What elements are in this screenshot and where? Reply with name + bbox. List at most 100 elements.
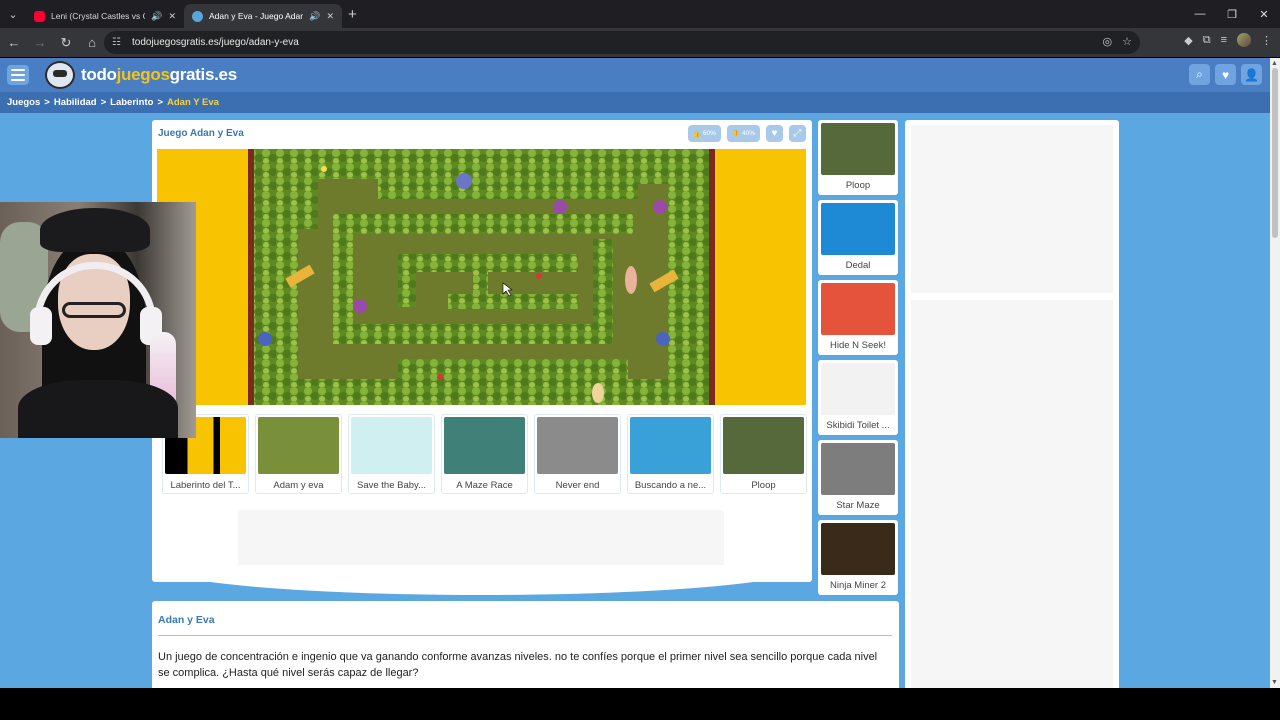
speaker-icon[interactable]: 🔊	[151, 11, 162, 22]
game-thumbnail	[821, 443, 895, 495]
restore-icon[interactable]: ❐	[1216, 0, 1248, 28]
site-logo[interactable]: todojuegosgratis.es	[45, 61, 237, 89]
media-control-icon[interactable]: ≡	[1221, 34, 1227, 46]
game-card: Juego Adan y Eva 👍 60% 👎 40% ♥ ⤢ Laberin…	[152, 120, 812, 582]
game-label: Hide N Seek!	[830, 340, 886, 351]
game-thumbnail	[723, 417, 804, 474]
user-account-icon[interactable]: 👤	[1241, 64, 1262, 85]
ad-placeholder	[238, 510, 724, 570]
game-label: Adam y eva	[273, 480, 324, 491]
sidebar-game-card[interactable]: Skibidi Toilet ...	[818, 360, 898, 435]
like-button[interactable]: 👍 60%	[687, 125, 721, 142]
game-thumbnail	[821, 363, 895, 415]
logo-mascot-icon	[45, 61, 75, 89]
back-icon[interactable]: ←	[2, 31, 26, 55]
home-icon[interactable]: ⌂	[80, 31, 104, 55]
logo-text: todojuegosgratis.es	[81, 65, 237, 84]
related-game-card[interactable]: Ploop	[720, 414, 807, 494]
game-label: Star Maze	[836, 500, 880, 511]
close-tab-icon[interactable]: ✕	[168, 11, 176, 22]
sidebar-game-card[interactable]: Dedal	[818, 200, 898, 275]
close-window-icon[interactable]: ✕	[1248, 0, 1280, 28]
sidebar-game-card[interactable]: Ninja Miner 2	[818, 520, 898, 595]
scrollbar-thumb[interactable]	[1272, 68, 1278, 238]
game-label: Never end	[555, 480, 600, 491]
search-icon[interactable]: ⌕	[1189, 64, 1210, 85]
scroll-down-icon[interactable]: ▼	[1271, 679, 1278, 686]
game-thumbnail	[821, 203, 895, 255]
dislike-button[interactable]: 👎 40%	[726, 125, 760, 142]
reload-icon[interactable]: ↻	[54, 31, 78, 55]
window-controls: — ❐ ✕	[1184, 0, 1280, 28]
breadcrumb-link[interactable]: Laberinto	[110, 97, 153, 108]
breadcrumb-separator: >	[44, 97, 50, 108]
extension-diamond-icon[interactable]: ◆	[1184, 34, 1192, 47]
game-label: Ploop	[751, 480, 776, 491]
related-game-card[interactable]: Buscando a ne...	[627, 414, 714, 494]
tab-search-icon[interactable]: ⌄	[0, 0, 26, 28]
site-favicon-icon	[192, 10, 203, 22]
scroll-up-icon[interactable]: ▲	[1271, 60, 1278, 67]
related-games-row: Laberinto del T... Adam y eva Save the B…	[162, 414, 807, 494]
favorites-heart-icon[interactable]: ♥	[1215, 64, 1236, 85]
url-field[interactable]: ☷ todojuegosgratis.es/juego/adan-y-eva ◎…	[104, 31, 1140, 54]
eye-off-icon[interactable]: ◎	[1103, 35, 1113, 48]
browser-tab-bar: ⌄ Leni (Crystal Castles vs Goo 🔊 ✕ Adan …	[0, 0, 1280, 28]
description-text: Un juego de concentración e ingenio que …	[158, 651, 878, 679]
sidebar-games: Ploop Dedal Hide N Seek! Skibidi Toilet …	[818, 120, 898, 595]
related-game-card[interactable]: Adam y eva	[255, 414, 342, 494]
game-title: Juego Adan y Eva	[158, 128, 244, 139]
ad-placeholder	[911, 300, 1113, 688]
game-thumbnail	[821, 523, 895, 575]
breadcrumb-current: Adan Y Eva	[167, 97, 219, 108]
new-tab-icon[interactable]: +	[348, 6, 357, 23]
game-label: Skibidi Toilet ...	[826, 420, 890, 431]
thumbs-up-icon: 👍	[692, 130, 701, 138]
bookmark-star-icon[interactable]: ☆	[1122, 35, 1132, 48]
forward-icon[interactable]: →	[28, 31, 52, 55]
ad-placeholder	[911, 125, 1113, 293]
breadcrumb-link[interactable]: Juegos	[7, 97, 40, 108]
close-tab-icon[interactable]: ✕	[326, 11, 334, 22]
game-thumbnail	[630, 417, 711, 474]
speaker-icon[interactable]: 🔊	[309, 11, 320, 22]
browser-tab-2[interactable]: Adan y Eva - Juego Adan y 🔊 ✕	[184, 4, 342, 28]
profile-avatar[interactable]	[1237, 33, 1251, 47]
description-card: Adan y Eva Un juego de concentración e i…	[152, 601, 899, 688]
divider	[158, 635, 892, 636]
browser-tab-1[interactable]: Leni (Crystal Castles vs Goo 🔊 ✕	[26, 4, 184, 28]
right-ad-column	[905, 120, 1119, 688]
game-label: Laberinto del T...	[170, 480, 241, 491]
breadcrumb-link[interactable]: Habilidad	[54, 97, 97, 108]
game-thumbnail	[351, 417, 432, 474]
favorite-heart-icon[interactable]: ♥	[766, 125, 783, 142]
youtube-icon	[34, 10, 45, 22]
site-header: todojuegosgratis.es ⌕ ♥ 👤	[0, 58, 1270, 92]
game-thumbnail	[821, 283, 895, 335]
description-title: Adan y Eva	[158, 614, 215, 626]
game-label: Ploop	[845, 180, 871, 191]
game-canvas[interactable]	[157, 149, 806, 405]
sidebar-game-card[interactable]: Hide N Seek!	[818, 280, 898, 355]
breadcrumb-separator: >	[100, 97, 107, 108]
fullscreen-icon[interactable]: ⤢	[789, 125, 806, 142]
game-label: Buscando a ne...	[634, 480, 707, 491]
game-label: Ninja Miner 2	[830, 580, 886, 591]
browser-menu-icon[interactable]: ⋮	[1261, 34, 1272, 47]
card-wave-decoration	[152, 565, 812, 595]
game-thumbnail	[821, 123, 895, 175]
related-game-card[interactable]: Never end	[534, 414, 621, 494]
minimize-icon[interactable]: —	[1184, 0, 1216, 28]
sidebar-game-card[interactable]: Ploop	[818, 120, 898, 195]
related-game-card[interactable]: Save the Baby...	[348, 414, 435, 494]
site-info-icon[interactable]: ☷	[112, 37, 128, 48]
breadcrumb: Juegos > Habilidad > Laberinto > Adan Y …	[0, 92, 1270, 113]
sidebar-game-card[interactable]: Star Maze	[818, 440, 898, 515]
game-label: Dedal	[845, 260, 871, 271]
related-game-card[interactable]: A Maze Race	[441, 414, 528, 494]
hamburger-menu-icon[interactable]	[7, 65, 29, 85]
address-bar-row: ← → ↻ ⌂ ☷ todojuegosgratis.es/juego/adan…	[0, 28, 1280, 57]
page-scrollbar[interactable]: ▲ ▼	[1270, 58, 1280, 688]
maze-board[interactable]	[248, 149, 715, 405]
extensions-puzzle-icon[interactable]: ⧉	[1203, 34, 1211, 47]
